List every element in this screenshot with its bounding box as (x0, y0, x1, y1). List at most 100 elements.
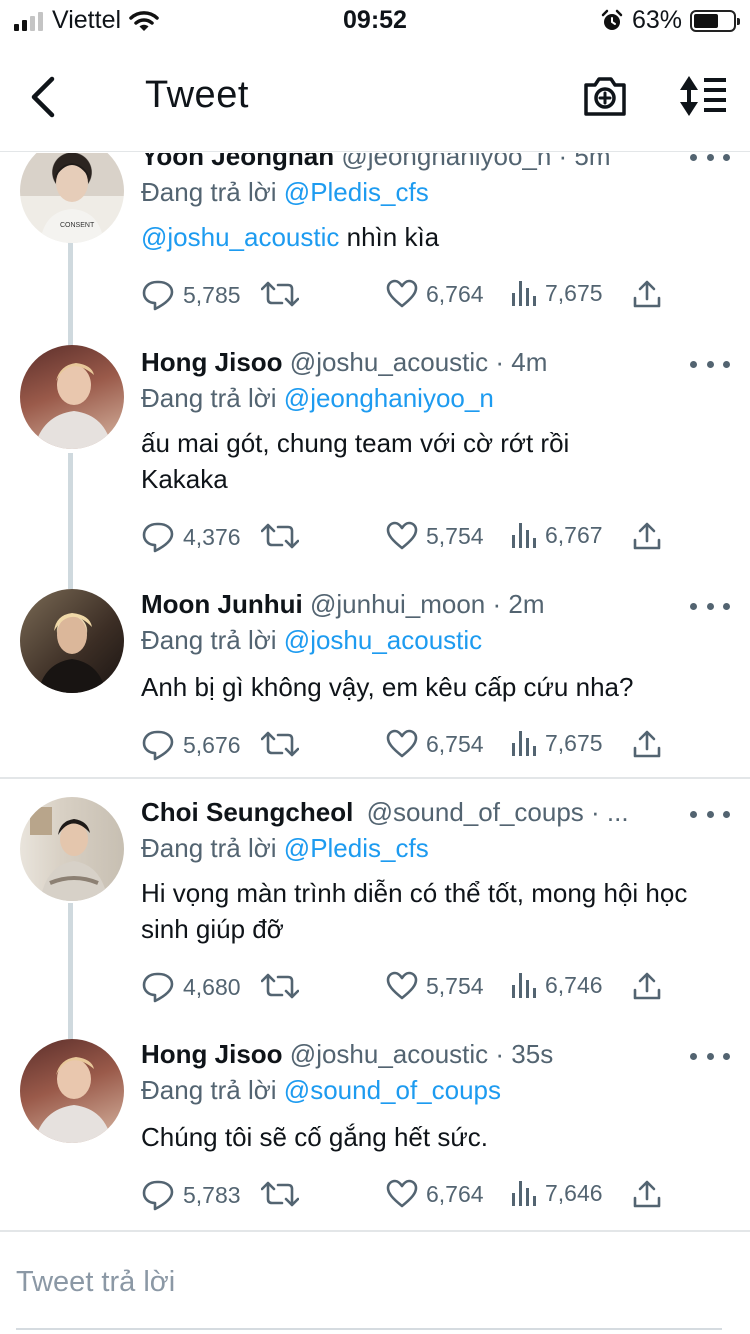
avatar[interactable] (20, 345, 124, 449)
replying-to: Đang trả lời @jeonghaniyoo_n (141, 383, 494, 414)
avatar[interactable]: CONSENT (20, 153, 124, 243)
views-button[interactable]: 7,646 (511, 1179, 603, 1207)
replying-to: Đang trả lời @joshu_acoustic (141, 625, 482, 656)
replying-to: Đang trả lời @Pledis_cfs (141, 833, 429, 864)
status-right: 63% (600, 6, 740, 35)
share-button[interactable] (633, 971, 661, 1001)
views-button[interactable]: 7,675 (511, 279, 603, 307)
tweet-actions: 5,676 6,754 7,675 (141, 729, 721, 763)
alarm-icon (601, 9, 623, 30)
views-icon (512, 973, 536, 998)
reply-button[interactable]: 5,785 (141, 279, 241, 311)
tweet-text: Chúng tôi sẽ cố gắng hết sức. (141, 1122, 488, 1152)
thread-line (68, 453, 73, 589)
tweet-actions: 4,680 5,754 6,746 (141, 971, 721, 1005)
reply-button[interactable]: 4,376 (141, 521, 241, 553)
status-bar: Viettel 09:52 63% (0, 0, 750, 40)
tweet-text: ấu mai gót, chung team với cờ rớt rồi Ka… (141, 428, 570, 494)
retweet-icon (261, 731, 299, 757)
like-count: 6,764 (426, 1180, 484, 1207)
reply-button[interactable]: 4,680 (141, 971, 241, 1003)
more-options-icon[interactable] (690, 153, 730, 165)
retweet-icon (261, 973, 299, 999)
replying-to-label: Đang trả lời (141, 833, 277, 863)
like-button[interactable]: 5,754 (386, 521, 484, 551)
tweet-header: Moon Junhui @junhui_moon · 2m (141, 589, 686, 620)
share-button[interactable] (633, 1179, 661, 1209)
replying-to-handle[interactable]: @Pledis_cfs (284, 833, 429, 863)
tweet-actions: 5,783 6,764 7,646 (141, 1179, 721, 1213)
nav-bar: Tweet (0, 40, 750, 152)
avatar[interactable] (20, 797, 124, 901)
reply-input-underline (16, 1328, 722, 1330)
reply-icon (142, 730, 174, 761)
more-options-icon[interactable] (690, 598, 730, 614)
replying-to-handle[interactable]: @Pledis_cfs (284, 177, 429, 207)
like-button[interactable]: 5,754 (386, 971, 484, 1001)
replying-to-handle[interactable]: @joshu_acoustic (284, 625, 482, 655)
replying-to-handle[interactable]: @jeonghaniyoo_n (284, 383, 494, 413)
view-count: 6,767 (545, 521, 603, 548)
share-button[interactable] (633, 521, 661, 551)
views-button[interactable]: 6,746 (511, 971, 603, 999)
reply-icon (142, 972, 174, 1003)
reply-count: 4,680 (183, 973, 241, 1000)
svg-text:CONSENT: CONSENT (60, 222, 95, 229)
heart-icon (386, 279, 418, 308)
back-chevron-icon[interactable] (26, 75, 62, 119)
display-name[interactable]: Choi Seungcheol (141, 797, 353, 827)
reply-icon (142, 1180, 174, 1211)
like-button[interactable]: 6,764 (386, 1179, 484, 1209)
reply-input[interactable] (16, 1260, 716, 1304)
reply-button[interactable]: 5,783 (141, 1179, 241, 1211)
reply-count: 4,376 (183, 523, 241, 550)
like-button[interactable]: 6,754 (386, 729, 484, 759)
reply-count: 5,785 (183, 281, 241, 308)
retweet-button[interactable] (261, 1179, 299, 1209)
display-name[interactable]: Hong Jisoo (141, 347, 283, 377)
display-name[interactable]: Hong Jisoo (141, 1039, 283, 1069)
reply-bar (0, 1230, 750, 1334)
like-count: 5,754 (426, 972, 484, 999)
camera-plus-icon[interactable] (582, 74, 628, 118)
tweet-feed[interactable]: CONSENT Yoon Jeonghan @jeonghaniyoo_n · … (0, 153, 750, 1230)
view-count: 7,646 (545, 1179, 603, 1206)
views-button[interactable]: 6,767 (511, 521, 603, 549)
like-button[interactable]: 6,764 (386, 279, 484, 309)
display-name[interactable]: Yoon Jeonghan (141, 153, 334, 171)
views-button[interactable]: 7,675 (511, 729, 603, 757)
replying-to-label: Đang trả lời (141, 383, 277, 413)
retweet-button[interactable] (261, 729, 299, 759)
avatar[interactable] (20, 589, 124, 693)
more-options-icon[interactable] (690, 356, 730, 372)
avatar[interactable] (20, 1039, 124, 1143)
share-button[interactable] (633, 729, 661, 759)
more-options-icon[interactable] (690, 1048, 730, 1064)
retweet-button[interactable] (261, 279, 299, 309)
reply-button[interactable]: 5,676 (141, 729, 241, 761)
tweet-header: Choi Seungcheol @sound_of_coups · ... (141, 797, 686, 828)
handle-time: @joshu_acoustic · 4m (289, 347, 548, 377)
more-options-icon[interactable] (690, 806, 730, 822)
thread-divider (0, 777, 750, 779)
tweet-text-content: nhìn kìa (346, 222, 440, 252)
retweet-button[interactable] (261, 971, 299, 1001)
retweet-icon (261, 523, 299, 549)
tweet-actions: 5,785 6,764 7,675 (141, 279, 721, 313)
retweet-button[interactable] (261, 521, 299, 551)
share-button[interactable] (633, 279, 661, 309)
tweet-text: @joshu_acoustic nhìn kìa (141, 219, 721, 255)
replying-to-handle[interactable]: @sound_of_coups (284, 1075, 501, 1105)
display-name[interactable]: Moon Junhui (141, 589, 303, 619)
share-icon (633, 1180, 661, 1208)
page-title: Tweet (145, 74, 249, 116)
reply-icon (142, 522, 174, 553)
like-count: 5,754 (426, 522, 484, 549)
replying-to: Đang trả lời @Pledis_cfs (141, 177, 429, 208)
sort-icon[interactable] (676, 74, 728, 118)
tweet-header: Hong Jisoo @joshu_acoustic · 35s (141, 1039, 686, 1070)
mention-link[interactable]: @joshu_acoustic (141, 222, 339, 252)
share-icon (633, 522, 661, 550)
thread-line (68, 903, 73, 1039)
reply-count: 5,676 (183, 731, 241, 758)
